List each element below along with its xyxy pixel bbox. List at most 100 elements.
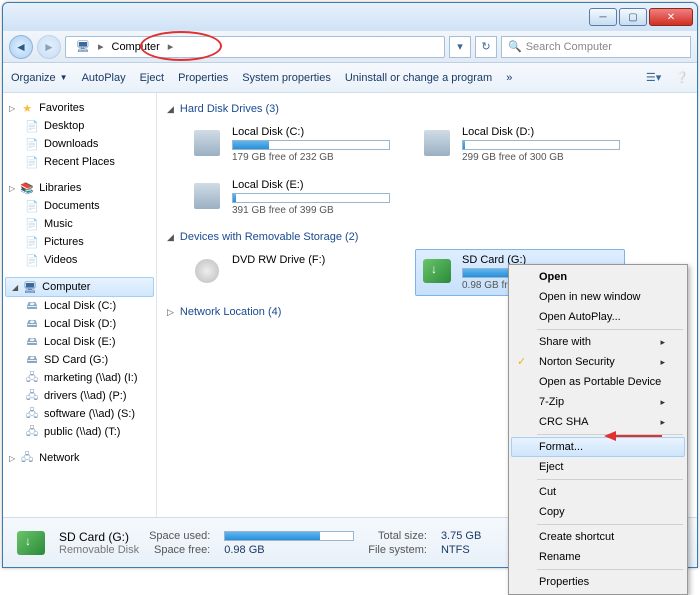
menu-item[interactable]: Open — [511, 267, 685, 287]
menu-item[interactable]: Share with — [511, 332, 685, 352]
organize-button[interactable]: Organize ▼ — [11, 72, 68, 84]
menu-item[interactable]: Format... — [511, 437, 685, 457]
space-free-value: 0.98 GB — [224, 544, 354, 556]
chevron-right-icon[interactable]: ▸ — [96, 40, 106, 53]
drive-name: DVD RW Drive (F:) — [232, 254, 390, 266]
nav-item[interactable]: 📄Desktop — [3, 117, 156, 135]
help-button[interactable]: ❔ — [675, 71, 689, 84]
nav-item[interactable]: 📄Recent Places — [3, 153, 156, 171]
navigation-pane: ▷★Favorites📄Desktop📄Downloads📄Recent Pla… — [3, 93, 157, 517]
context-menu: OpenOpen in new windowOpen AutoPlay... Sh… — [508, 264, 688, 595]
uninstall-button[interactable]: Uninstall or change a program — [345, 72, 492, 84]
nav-item[interactable]: 🖴Local Disk (D:) — [3, 315, 156, 333]
nav-item[interactable]: 🖴Local Disk (C:) — [3, 297, 156, 315]
history-dropdown[interactable]: ▾ — [449, 36, 471, 58]
menu-item[interactable]: Create shortcut — [511, 527, 685, 547]
menu-item[interactable]: ✓Norton Security — [511, 352, 685, 372]
toolbar: Organize ▼ AutoPlay Eject Properties Sys… — [3, 63, 697, 93]
category-header[interactable]: ◢Devices with Removable Storage (2) — [167, 231, 687, 243]
properties-button[interactable]: Properties — [178, 72, 228, 84]
system-properties-button[interactable]: System properties — [242, 72, 331, 84]
menu-item[interactable]: Open in new window — [511, 287, 685, 307]
drive-icon — [420, 126, 454, 160]
nav-item[interactable]: 🖧public (\\ad) (T:) — [3, 423, 156, 441]
drive-item[interactable]: DVD RW Drive (F:) — [185, 249, 395, 296]
menu-item[interactable]: Rename — [511, 547, 685, 567]
total-size-label: Total size: — [368, 530, 427, 542]
status-title: SD Card (G:) — [59, 530, 139, 544]
minimize-button[interactable]: ─ — [589, 8, 617, 26]
address-bar: ◄ ► 🖥 ▸ Computer ▸ ▾ ↻ 🔍 Search Computer — [3, 31, 697, 63]
breadcrumb[interactable]: 🖥 ▸ Computer ▸ — [65, 36, 445, 58]
drive-item[interactable]: Local Disk (D:) 299 GB free of 300 GB — [415, 121, 625, 168]
menu-item[interactable]: CRC SHA — [511, 412, 685, 432]
drive-free-text: 179 GB free of 232 GB — [232, 152, 390, 163]
drive-space-bar — [462, 140, 620, 150]
shield-icon: ✓ — [517, 355, 531, 369]
nav-item[interactable]: 📄Downloads — [3, 135, 156, 153]
drive-icon — [190, 126, 224, 160]
nav-network[interactable]: Network — [39, 452, 79, 464]
menu-item[interactable]: Open AutoPlay... — [511, 307, 685, 327]
drive-item[interactable]: Local Disk (C:) 179 GB free of 232 GB — [185, 121, 395, 168]
space-used-bar — [224, 531, 354, 541]
menu-item[interactable]: Cut — [511, 482, 685, 502]
nav-item[interactable]: 🖴Local Disk (E:) — [3, 333, 156, 351]
breadcrumb-computer[interactable]: Computer — [106, 41, 166, 53]
drive-icon — [190, 254, 224, 288]
drive-name: Local Disk (E:) — [232, 179, 390, 191]
nav-item[interactable]: 🖧software (\\ad) (S:) — [3, 405, 156, 423]
titlebar[interactable]: ─ ▢ ✕ — [3, 3, 697, 31]
menu-separator — [537, 434, 683, 435]
drive-space-bar — [232, 140, 390, 150]
sd-card-icon — [13, 525, 49, 561]
status-subtitle: Removable Disk — [59, 544, 139, 556]
menu-item[interactable]: Eject — [511, 457, 685, 477]
nav-group-label[interactable]: Favorites — [39, 102, 84, 114]
nav-item[interactable]: 🖴SD Card (G:) — [3, 351, 156, 369]
nav-item[interactable]: 📄Music — [3, 215, 156, 233]
total-size-value: 3.75 GB — [441, 530, 481, 542]
drive-name: Local Disk (C:) — [232, 126, 390, 138]
nav-item[interactable]: 🖧marketing (\\ad) (I:) — [3, 369, 156, 387]
space-used-label: Space used: — [149, 530, 210, 542]
drive-icon — [190, 179, 224, 213]
nav-item[interactable]: 📄Documents — [3, 197, 156, 215]
drive-name: Local Disk (D:) — [462, 126, 620, 138]
menu-item[interactable]: Properties — [511, 572, 685, 592]
menu-item[interactable]: 7-Zip — [511, 392, 685, 412]
nav-item[interactable]: 📄Pictures — [3, 233, 156, 251]
drive-space-bar — [232, 193, 390, 203]
nav-back-button[interactable]: ◄ — [9, 35, 33, 59]
maximize-button[interactable]: ▢ — [619, 8, 647, 26]
toolbar-more[interactable]: » — [506, 72, 512, 84]
search-icon: 🔍 — [508, 40, 522, 53]
nav-forward-button[interactable]: ► — [37, 35, 61, 59]
drive-item[interactable]: Local Disk (E:) 391 GB free of 399 GB — [185, 174, 395, 221]
nav-group-label[interactable]: Libraries — [39, 182, 81, 194]
menu-item[interactable]: Copy — [511, 502, 685, 522]
refresh-button[interactable]: ↻ — [475, 36, 497, 58]
view-button[interactable]: ☰▾ — [646, 71, 661, 84]
chevron-right-icon[interactable]: ▸ — [166, 40, 176, 53]
search-placeholder: Search Computer — [526, 41, 612, 53]
filesystem-label: File system: — [368, 544, 427, 556]
drive-free-text: 299 GB free of 300 GB — [462, 152, 620, 163]
nav-computer[interactable]: Computer — [42, 281, 90, 293]
search-input[interactable]: 🔍 Search Computer — [501, 36, 691, 58]
space-free-label: Space free: — [149, 544, 210, 556]
drive-icon — [420, 254, 454, 288]
computer-icon: 🖥 — [76, 40, 90, 53]
nav-item[interactable]: 📄Videos — [3, 251, 156, 269]
category-header[interactable]: ◢Hard Disk Drives (3) — [167, 103, 687, 115]
menu-separator — [537, 524, 683, 525]
menu-separator — [537, 479, 683, 480]
menu-separator — [537, 329, 683, 330]
drive-free-text: 391 GB free of 399 GB — [232, 205, 390, 216]
menu-item[interactable]: Open as Portable Device — [511, 372, 685, 392]
nav-item[interactable]: 🖧drivers (\\ad) (P:) — [3, 387, 156, 405]
eject-button[interactable]: Eject — [140, 72, 164, 84]
close-button[interactable]: ✕ — [649, 8, 693, 26]
autoplay-button[interactable]: AutoPlay — [82, 72, 126, 84]
filesystem-value: NTFS — [441, 544, 481, 556]
